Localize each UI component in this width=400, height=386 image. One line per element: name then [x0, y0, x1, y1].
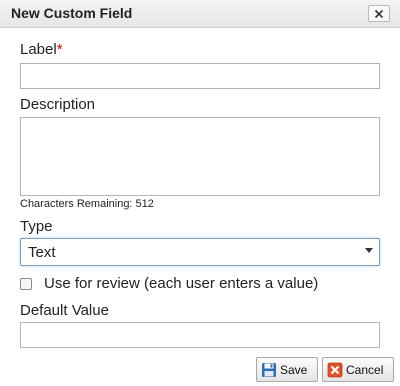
- default-value-input[interactable]: [20, 322, 380, 348]
- close-button[interactable]: [368, 5, 390, 22]
- cancel-icon: [327, 362, 343, 377]
- type-field-label: Type: [20, 218, 53, 235]
- dialog-titlebar: New Custom Field: [0, 0, 400, 28]
- description-textarea[interactable]: [20, 117, 380, 196]
- label-field-label: Label*: [20, 41, 63, 58]
- close-icon: [374, 9, 384, 18]
- dialog-title: New Custom Field: [11, 5, 133, 21]
- chevron-down-icon: [365, 248, 373, 253]
- description-field-label: Description: [20, 96, 96, 113]
- cancel-button-label: Cancel: [346, 362, 384, 377]
- characters-remaining: Characters Remaining: 512: [20, 198, 154, 210]
- review-checkbox[interactable]: [20, 278, 32, 290]
- save-icon: [262, 362, 276, 377]
- save-button[interactable]: Save: [256, 357, 318, 382]
- type-select-value: Text: [28, 244, 56, 261]
- required-mark: *: [56, 41, 63, 58]
- label-input[interactable]: [20, 63, 380, 89]
- default-value-field-label: Default Value: [20, 302, 109, 319]
- save-button-label: Save: [280, 362, 308, 377]
- type-select[interactable]: Text: [20, 238, 380, 266]
- review-checkbox-label: Use for review (each user enters a value…: [44, 275, 319, 292]
- cancel-button[interactable]: Cancel: [322, 357, 394, 382]
